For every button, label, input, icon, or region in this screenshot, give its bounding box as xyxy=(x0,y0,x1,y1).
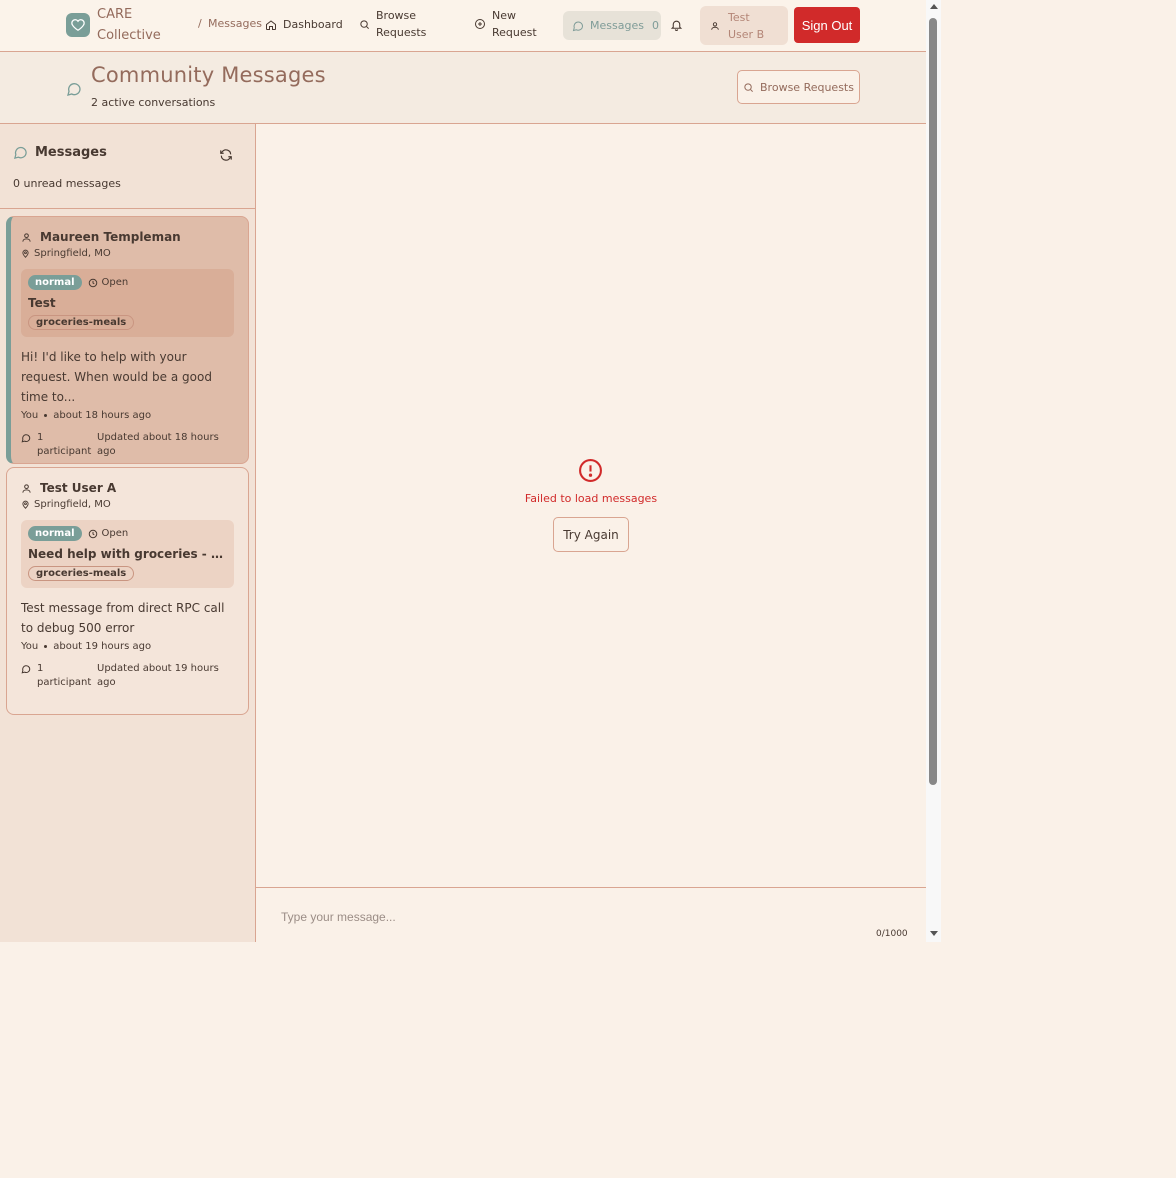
nav-new-request[interactable]: New Request xyxy=(474,7,538,41)
refresh-icon[interactable] xyxy=(219,147,233,166)
nav-browse-requests[interactable]: Browse Requests xyxy=(359,7,436,41)
conversation-sidebar: Messages 0 unread messages Maureen Templ… xyxy=(0,124,256,942)
participant-count: 1 participant xyxy=(37,432,92,457)
separator-dot xyxy=(44,645,48,648)
message-icon xyxy=(67,83,81,96)
sidebar-title: Messages xyxy=(13,145,107,160)
conversation-location: Springfield, MO xyxy=(21,248,234,259)
status-text: Open xyxy=(101,528,129,539)
message-panel: Failed to load messages Try Again xyxy=(256,124,926,887)
page-scrollbar[interactable] xyxy=(926,0,941,942)
message-icon xyxy=(13,146,27,160)
app-viewport: CARE Collective / Messages Dashboard Bro… xyxy=(0,0,926,942)
message-meta: You about 18 hours ago xyxy=(21,410,234,421)
error-message: Failed to load messages xyxy=(524,492,658,505)
location-text: Springfield, MO xyxy=(34,248,111,259)
home-icon xyxy=(266,19,276,30)
updated-time: Updated about 19 hours ago xyxy=(97,663,219,688)
heart-logo-icon[interactable] xyxy=(66,13,90,37)
scrollbar-thumb[interactable] xyxy=(929,18,937,785)
message-sender: You xyxy=(21,410,39,421)
request-title: Test xyxy=(28,296,56,310)
clock-icon xyxy=(88,529,97,538)
last-message: Test message from direct RPC call to deb… xyxy=(21,601,225,635)
top-navigation: CARE Collective / Messages Dashboard Bro… xyxy=(0,0,926,52)
conversation-participant: Test User A xyxy=(21,481,234,495)
message-sender: You xyxy=(21,641,39,652)
messages-count-badge: 0 xyxy=(651,19,659,32)
map-pin-icon xyxy=(22,249,29,258)
page-header: Community Messages 2 active conversation… xyxy=(0,52,926,124)
request-summary: normal Open Need help with groceries - E… xyxy=(21,520,234,588)
conversation-footer: 1 participant Updated about 18 hours ago xyxy=(21,431,234,459)
conversation-count: 2 active conversations xyxy=(91,96,216,109)
nav-dashboard[interactable]: Dashboard xyxy=(265,16,343,33)
separator-dot xyxy=(44,414,48,417)
message-icon xyxy=(21,434,31,443)
search-icon xyxy=(744,82,753,92)
updated-time: Updated about 18 hours ago xyxy=(97,432,219,457)
message-input[interactable] xyxy=(281,910,841,924)
user-icon xyxy=(22,232,31,242)
conversation-footer: 1 participant Updated about 19 hours ago xyxy=(21,662,234,690)
status-text: Open xyxy=(101,277,129,288)
user-menu[interactable]: Test User B xyxy=(700,6,788,45)
page-title: Community Messages xyxy=(91,63,326,87)
unread-count: 0 unread messages xyxy=(13,177,121,190)
priority-badge: normal xyxy=(28,275,82,290)
user-name: Test User B xyxy=(728,10,765,41)
priority-badge: normal xyxy=(28,526,82,541)
last-message: Hi! I'd like to help with your request. … xyxy=(21,350,212,404)
breadcrumb-current: Messages xyxy=(208,17,262,30)
participant-count: 1 participant xyxy=(37,663,92,688)
conversation-location: Springfield, MO xyxy=(21,499,234,510)
message-meta: You about 19 hours ago xyxy=(21,641,234,652)
conversation-item[interactable]: Maureen Templeman Springfield, MO normal… xyxy=(6,216,249,464)
scroll-up-arrow-icon[interactable] xyxy=(930,4,938,9)
category-badge: groceries-meals xyxy=(28,315,135,330)
user-icon xyxy=(711,21,719,30)
nav-new-label: New Request xyxy=(492,9,537,39)
nav-messages-label: Messages xyxy=(590,19,644,32)
conversation-participant: Maureen Templeman xyxy=(21,230,234,244)
try-again-button[interactable]: Try Again xyxy=(553,517,629,552)
nav-dashboard-label: Dashboard xyxy=(283,18,343,31)
participant-name: Maureen Templeman xyxy=(40,230,181,244)
message-icon xyxy=(21,665,31,674)
participant-name: Test User A xyxy=(40,481,117,495)
sidebar-title-label: Messages xyxy=(35,145,107,160)
user-icon xyxy=(22,483,31,493)
status-badge: Open xyxy=(88,277,129,288)
sign-out-button[interactable]: Sign Out xyxy=(794,7,860,43)
location-text: Springfield, MO xyxy=(34,499,111,510)
nav-messages[interactable]: Messages 0 xyxy=(563,11,661,40)
message-icon xyxy=(572,21,584,31)
notifications-bell-icon[interactable] xyxy=(670,17,683,36)
request-summary: normal Open Test groceries-meals xyxy=(21,269,234,337)
status-badge: Open xyxy=(88,528,129,539)
message-time: about 19 hours ago xyxy=(53,641,152,652)
browse-requests-button[interactable]: Browse Requests xyxy=(737,70,860,104)
search-icon xyxy=(360,19,369,29)
category-badge: groceries-meals xyxy=(28,566,135,581)
character-count: 0/1000 xyxy=(876,929,908,939)
browse-requests-label: Browse Requests xyxy=(760,80,854,94)
sidebar-header: Messages 0 unread messages xyxy=(0,124,255,209)
plus-circle-icon xyxy=(475,19,485,29)
clock-icon xyxy=(88,278,97,287)
alert-circle-icon xyxy=(579,459,602,482)
nav-browse-label: Browse Requests xyxy=(376,9,427,39)
request-title: Need help with groceries - E2E... xyxy=(28,547,227,561)
map-pin-icon xyxy=(22,500,29,509)
breadcrumb-separator: / xyxy=(198,17,202,30)
conversation-item[interactable]: Test User A Springfield, MO normal Open … xyxy=(6,467,249,715)
message-composer: 0/1000 xyxy=(256,887,926,942)
message-time: about 18 hours ago xyxy=(53,410,152,421)
scroll-down-arrow-icon[interactable] xyxy=(930,931,938,936)
app-name[interactable]: CARE Collective xyxy=(97,4,167,46)
